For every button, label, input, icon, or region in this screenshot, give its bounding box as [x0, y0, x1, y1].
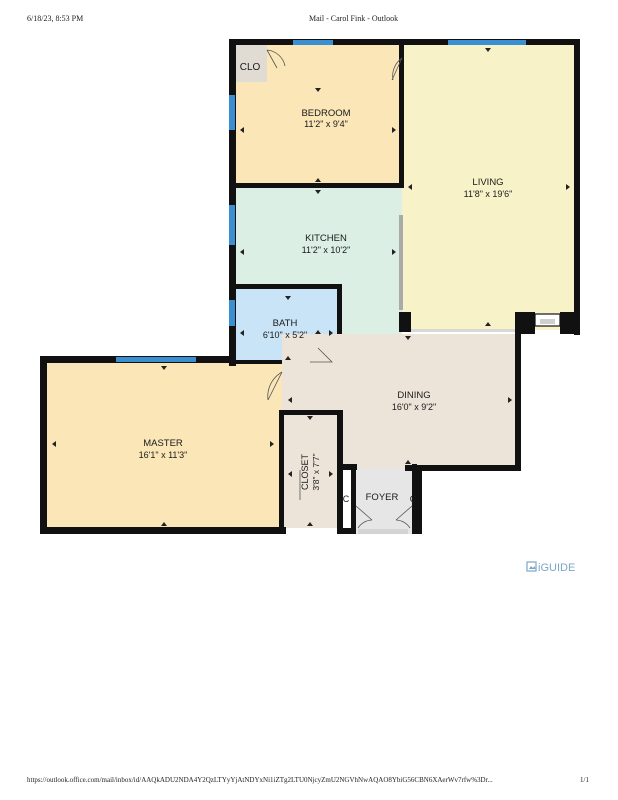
window-bedroom-top	[293, 40, 333, 45]
bath-label: BATH	[273, 318, 298, 329]
foyer-label: FOYER	[366, 492, 399, 503]
living-dims: 11'8" x 19'6"	[464, 189, 513, 199]
closet-fill	[282, 414, 338, 528]
page-url: https://outlook.office.com/mail/inbox/id…	[27, 776, 493, 784]
dining-dims: 16'0" x 9'2"	[392, 402, 436, 412]
bedroom-label: BEDROOM	[301, 108, 350, 119]
closet-label: CLOSET	[300, 453, 310, 490]
window-living-top	[448, 40, 526, 45]
page-number: 1/1	[580, 776, 589, 784]
master-label: MASTER	[143, 438, 183, 449]
c-right-label: C	[410, 494, 417, 504]
kitchen-living-partition	[399, 215, 403, 310]
c-left-label: C	[343, 494, 350, 504]
bedroom-dims: 11'2" x 9'4"	[304, 119, 348, 129]
kitchen-label: KITCHEN	[305, 233, 347, 244]
dining-label: DINING	[397, 390, 430, 401]
window-kitchen-left	[229, 205, 235, 245]
kitchen-dims: 11'2" x 10'2"	[302, 245, 351, 255]
closet-dims: 3'8" x 7'7"	[311, 453, 321, 490]
floor-plan: CLO BEDROOM 11'2" x 9'4" LIVING 11'8" x …	[40, 39, 580, 574]
bath-dims: 6'10" x 5'2"	[263, 330, 307, 340]
clo-label: CLO	[240, 62, 261, 73]
iguide-logo-text: iGUIDE	[538, 562, 575, 574]
master-dims: 16'1" x 11'3"	[139, 450, 188, 460]
window-bedroom-left	[229, 95, 235, 130]
living-dining-opening	[411, 329, 515, 332]
entry-threshold	[358, 529, 408, 534]
living-label: LIVING	[472, 177, 503, 188]
window-master-top	[116, 357, 196, 362]
iguide-logo: iGUIDE	[526, 561, 575, 574]
window-bath-left	[229, 300, 235, 326]
